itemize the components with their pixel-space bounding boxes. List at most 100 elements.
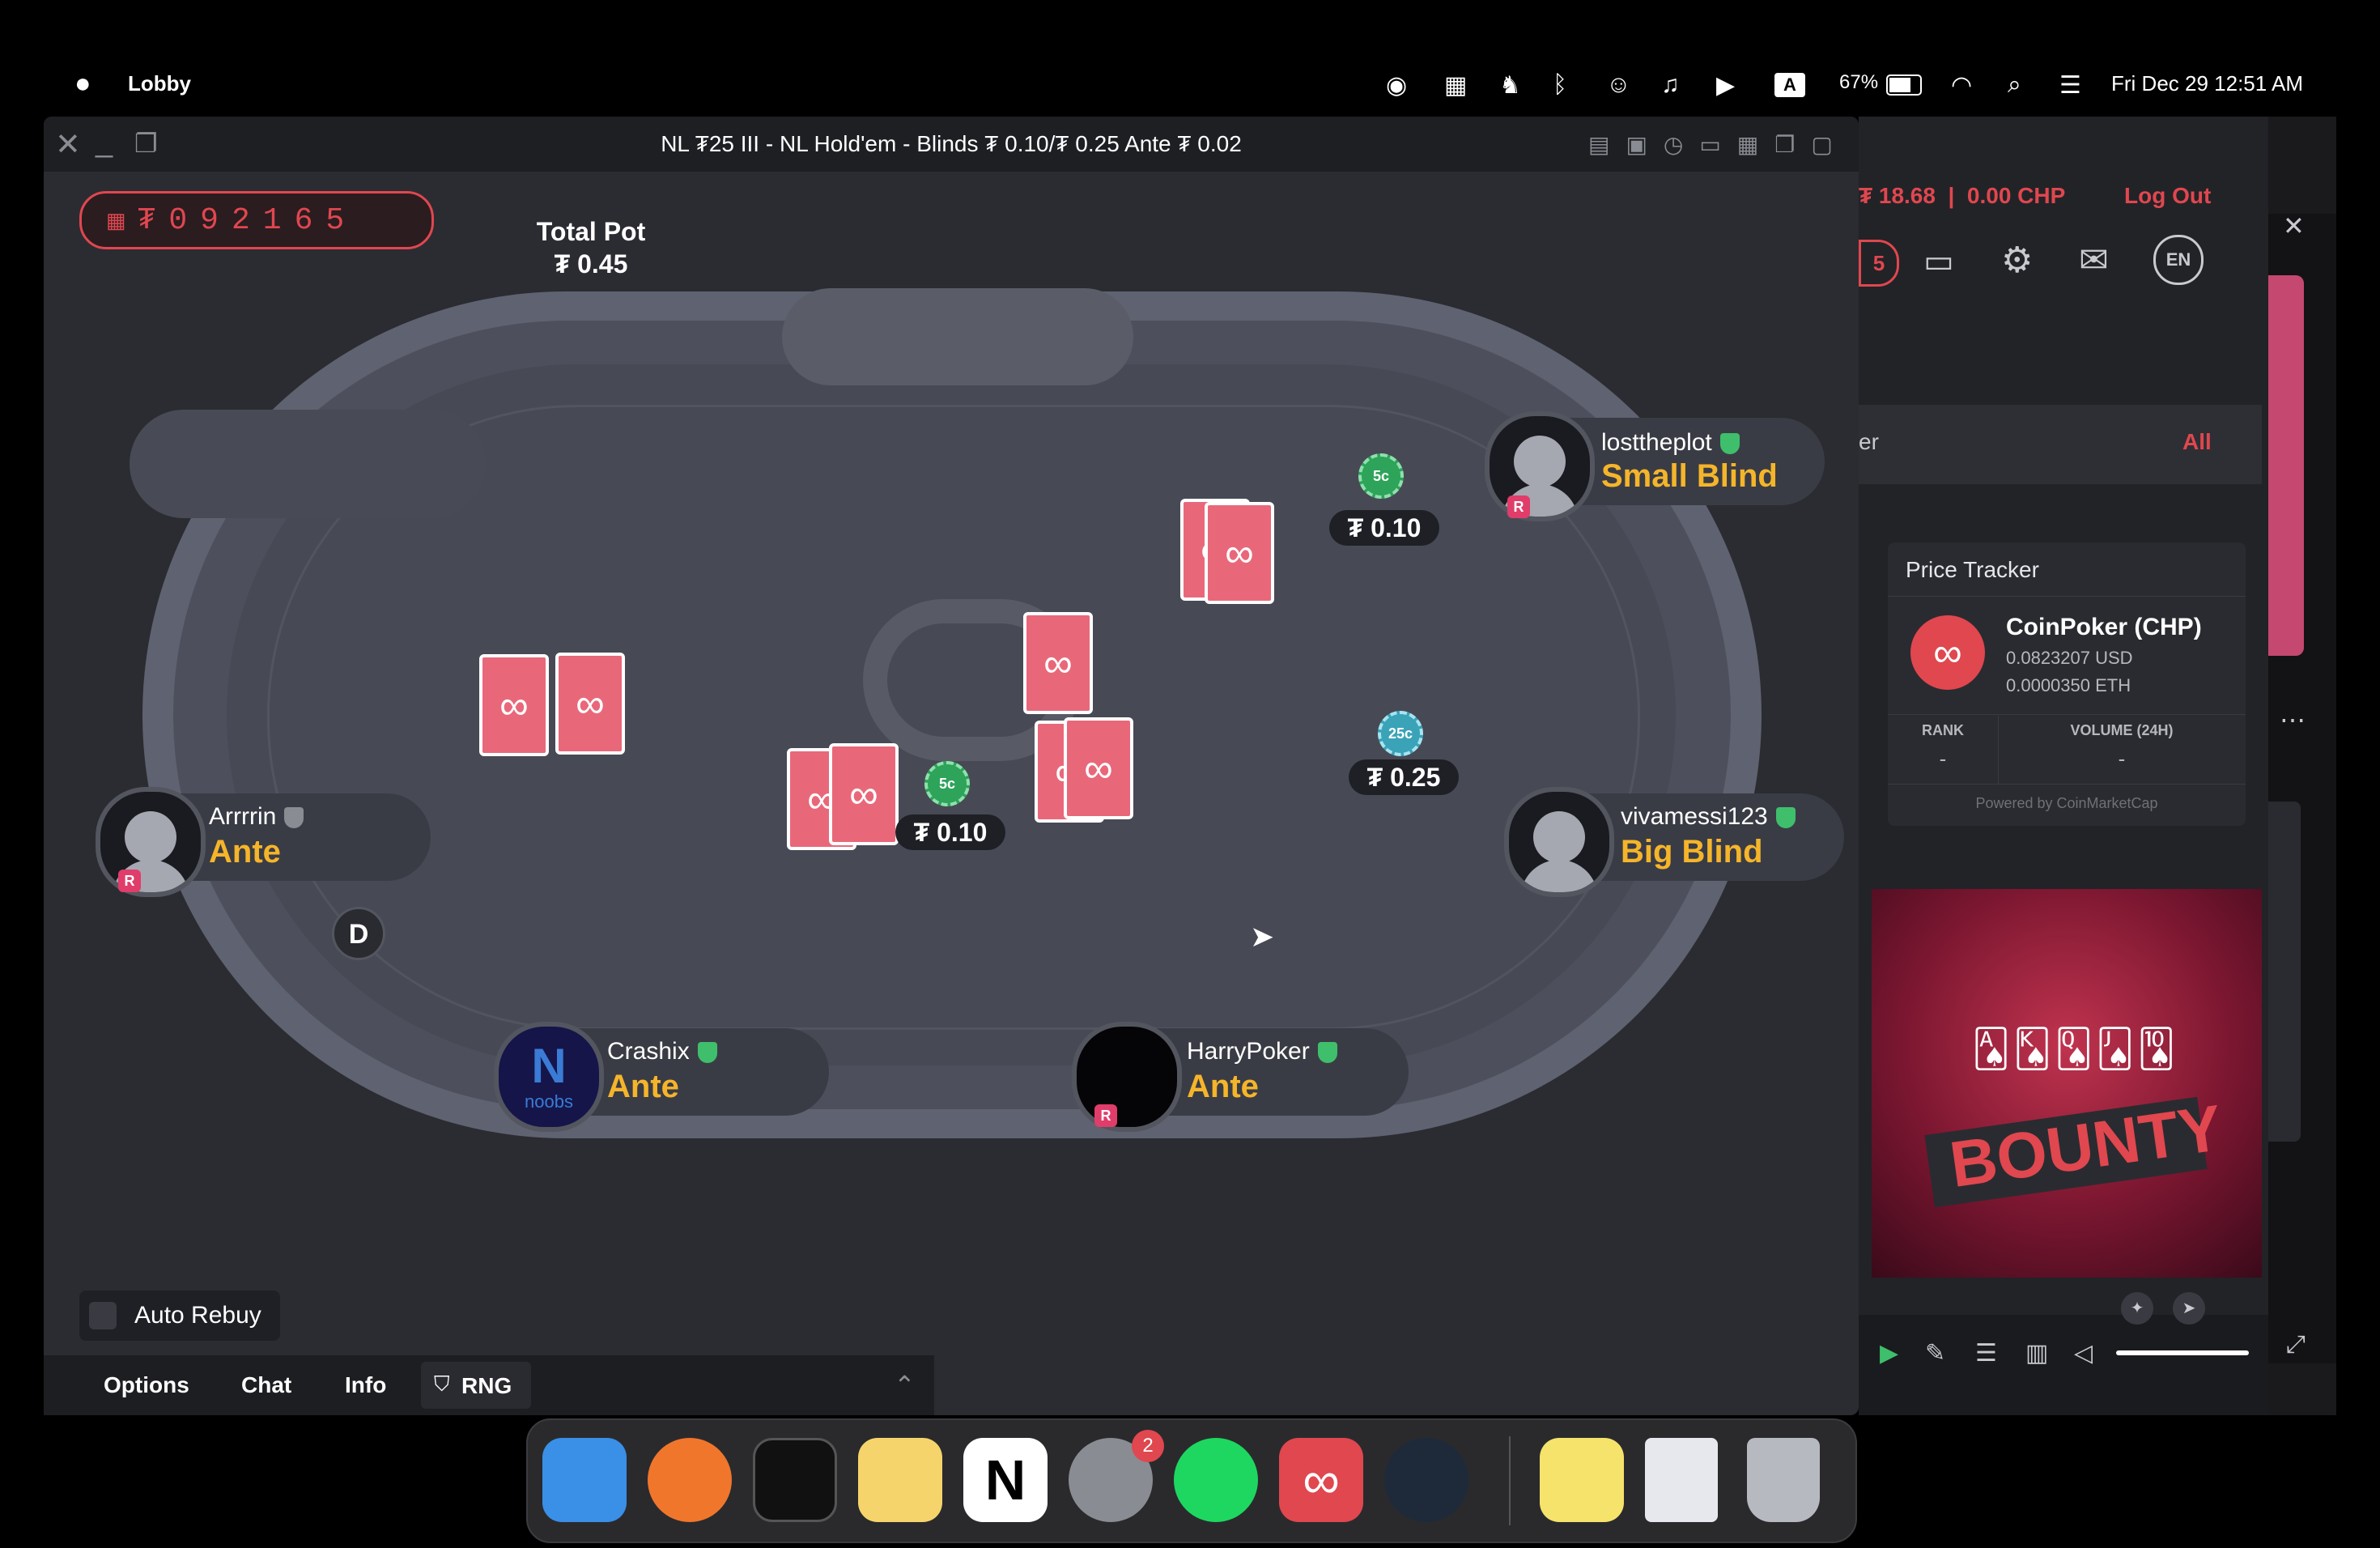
filter-all[interactable]: All (2182, 429, 2212, 455)
player-name: losttheplot (1601, 429, 1740, 457)
apple-icon[interactable]: ● (74, 68, 91, 100)
quicktime-icon[interactable] (1384, 1438, 1468, 1522)
play-icon[interactable]: ▶ (1716, 71, 1735, 100)
player-name: Arrrrin (209, 803, 304, 831)
tab-options[interactable]: Options (104, 1355, 189, 1415)
tab-info[interactable]: Info (345, 1355, 386, 1415)
coinpoker-icon[interactable]: ∞ (1279, 1438, 1363, 1522)
gear-icon[interactable]: ⚙ (2001, 240, 2033, 281)
volume-icon[interactable]: ◁ (2074, 1339, 2093, 1367)
layout-icon[interactable]: ▥ (2025, 1339, 2048, 1367)
auto-rebuy-toggle[interactable]: Auto Rebuy (79, 1291, 280, 1341)
play-icon[interactable]: ▶ (1880, 1339, 1898, 1367)
banner-background (1872, 889, 2262, 1278)
coin-eth: 0.0000350 ETH (2006, 675, 2131, 695)
toolbar-icons[interactable]: ▤▣◷▭▦❐▢ (1588, 131, 1849, 158)
verified-icon (1317, 1042, 1337, 1064)
pencil-icon[interactable]: ✎ (1925, 1339, 1945, 1367)
verified-icon (697, 1042, 717, 1064)
jackpot-digits: ₮092165 (137, 202, 358, 238)
bounty-promo-banner[interactable]: 🂡🂮🂭🂫🂪 BOUNTY (1872, 889, 2262, 1278)
coin-name: CoinPoker (CHP) (2006, 614, 2202, 640)
battery-icon[interactable] (1886, 74, 1922, 96)
bet-amount: ₮ 0.10 (895, 814, 1005, 850)
control-center-icon[interactable]: ☰ (2059, 71, 2081, 100)
mouse-cursor-icon: ➤ (1250, 920, 1275, 953)
spotify-icon[interactable] (1174, 1438, 1258, 1522)
divider (1888, 596, 2246, 597)
logout-link[interactable]: Log Out (2124, 183, 2211, 209)
documents-folder-icon[interactable] (1645, 1438, 1718, 1522)
avatar[interactable] (1485, 411, 1595, 521)
list-icon[interactable]: ☰ (1975, 1339, 1997, 1367)
twitter-icon[interactable]: ✦ (2121, 1292, 2153, 1325)
auto-rebuy-label: Auto Rebuy (134, 1302, 261, 1329)
app-name[interactable]: Lobby (128, 71, 191, 96)
avatar[interactable] (96, 787, 206, 897)
volume-label: VOLUME (24H) (2070, 722, 2174, 738)
close-icon[interactable]: ✕ (55, 126, 81, 163)
tab-rng[interactable]: ⛉ RNG (421, 1362, 531, 1409)
rakeback-badge: R (1507, 495, 1530, 518)
jackpot-counter[interactable]: ▦ ₮092165 (79, 191, 434, 249)
auto-rebuy-checkbox[interactable] (89, 1302, 117, 1329)
empty-seat-left[interactable] (130, 410, 486, 518)
clock[interactable]: Fri Dec 29 12:51 AM (2111, 71, 2303, 96)
coin-usd: 0.0823207 USD (2006, 648, 2133, 668)
cat-icon[interactable]: ♞ (1499, 71, 1521, 100)
divider (1888, 784, 2246, 785)
avatar[interactable]: N noobs (494, 1022, 604, 1132)
shield-icon: ⛉ (434, 1372, 450, 1396)
fullscreen-icon[interactable]: ⤢ (2286, 1331, 2306, 1359)
notion-icon[interactable]: N (963, 1438, 1048, 1522)
card-back: ∞ (1064, 717, 1133, 819)
total-pot-label: Total Pot (536, 217, 646, 246)
filter-label: er (1859, 429, 1879, 454)
powered-by[interactable]: Powered by CoinMarketCap (1888, 795, 2246, 812)
player-name: Crashix (607, 1038, 717, 1065)
wifi-icon[interactable]: ◠ (1951, 71, 1972, 100)
terminal-icon[interactable] (753, 1438, 837, 1522)
telegram-icon[interactable]: ➤ (2173, 1292, 2205, 1325)
wallet-icon[interactable]: ▭ (1923, 243, 1954, 280)
avatar[interactable] (1072, 1022, 1182, 1132)
restore-icon[interactable]: ❐ (134, 128, 158, 159)
more-icon[interactable]: ⋯ (2280, 704, 2306, 735)
airpods-icon[interactable]: ♫ (1661, 71, 1680, 99)
card-back: ∞ (1023, 612, 1093, 714)
close-icon[interactable]: ✕ (2283, 211, 2305, 241)
bottom-tabs: Options Chat Info ⛉ RNG ⌃ (44, 1355, 934, 1415)
title-bar: NL ₮25 III - NL Hold'em - Blinds ₮ 0.10/… (44, 117, 1859, 172)
chevron-up-icon[interactable]: ⌃ (894, 1370, 916, 1401)
player-action: Small Blind (1601, 458, 1778, 494)
background-card (2268, 802, 2301, 1142)
firefox-icon[interactable] (648, 1438, 732, 1522)
player-action: Ante (607, 1069, 679, 1104)
notification-count[interactable]: 5 (1859, 240, 1899, 287)
minimize-icon[interactable]: _ (96, 125, 113, 159)
dock: N 2 ∞ (526, 1418, 1857, 1543)
lobby-toolbar: ▶ ✎ ☰ ▥ ◁ (1859, 1315, 2268, 1415)
mail-icon[interactable]: ✉ (2079, 240, 2109, 281)
stickies-icon[interactable] (1540, 1438, 1624, 1522)
price-tracker-widget: Price Tracker ∞ CoinPoker (CHP) 0.082320… (1888, 542, 2246, 826)
finder-icon[interactable] (542, 1438, 627, 1522)
language-button[interactable]: EN (2153, 235, 2204, 285)
layout-icon[interactable]: ▦ (1444, 71, 1467, 100)
face-icon[interactable]: ☺ (1606, 71, 1631, 99)
empty-seat-top[interactable] (782, 288, 1133, 385)
background-banner (2268, 275, 2304, 656)
record-icon[interactable]: ◉ (1386, 71, 1407, 100)
volume-slider[interactable] (2116, 1350, 2249, 1355)
player-action: Ante (1187, 1069, 1259, 1104)
bet-amount: ₮ 0.10 (1329, 510, 1439, 546)
avatar[interactable] (1504, 787, 1614, 897)
background-window: ✕ ⋯ (2268, 117, 2336, 1415)
tab-chat[interactable]: Chat (241, 1355, 291, 1415)
input-source-badge[interactable]: A (1774, 73, 1805, 97)
card-back: ∞ (555, 653, 625, 755)
notes-icon[interactable] (858, 1438, 942, 1522)
search-icon[interactable]: ⌕ (2008, 71, 2021, 99)
bluetooth-icon[interactable]: ᛒ (1553, 71, 1567, 99)
trash-icon[interactable] (1747, 1438, 1820, 1522)
